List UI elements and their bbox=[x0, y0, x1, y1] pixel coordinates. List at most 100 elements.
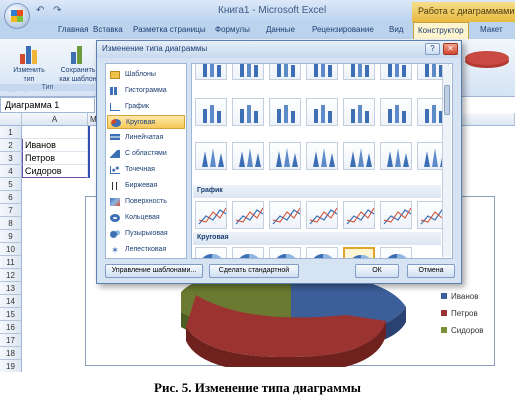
row-header[interactable]: 15 bbox=[0, 308, 22, 321]
type-pie[interactable]: Круговая bbox=[107, 115, 185, 129]
column-subtype-thumbnail[interactable] bbox=[306, 98, 338, 126]
pie-subtype-thumbnail[interactable] bbox=[232, 247, 264, 258]
type-label: Шаблоны bbox=[125, 71, 156, 78]
cell-a2[interactable]: Иванов bbox=[22, 139, 88, 152]
column-subtype-thumbnail[interactable] bbox=[232, 98, 264, 126]
pie-subtype-thumbnail[interactable] bbox=[306, 247, 338, 258]
column-subtype-thumbnail[interactable] bbox=[343, 98, 375, 126]
row-header[interactable]: 11 bbox=[0, 256, 22, 269]
chart-type-list: Шаблоны Гистограмма График Круговая Лине… bbox=[105, 63, 187, 259]
row-header[interactable]: 9 bbox=[0, 230, 22, 243]
cone-subtype-thumbnail[interactable] bbox=[232, 142, 264, 170]
row-header[interactable]: 5 bbox=[0, 178, 22, 191]
close-button[interactable]: ✕ bbox=[443, 43, 458, 55]
column-subtype-thumbnail[interactable] bbox=[195, 98, 227, 126]
row-header[interactable]: 6 bbox=[0, 191, 22, 204]
type-surface[interactable]: Поверхность bbox=[107, 195, 185, 209]
legend-swatch bbox=[441, 327, 447, 333]
row-header[interactable]: 1 bbox=[0, 126, 22, 139]
tab-view[interactable]: Вид bbox=[389, 25, 403, 34]
tab-review[interactable]: Рецензирование bbox=[312, 25, 374, 34]
pie-subtype-thumbnail[interactable] bbox=[269, 247, 301, 258]
select-all-corner[interactable] bbox=[0, 113, 22, 126]
line-subtype-thumbnail[interactable] bbox=[232, 201, 264, 229]
row-header[interactable]: 10 bbox=[0, 243, 22, 256]
column-subtype-thumbnail[interactable] bbox=[232, 64, 264, 80]
row-header[interactable]: 2 bbox=[0, 139, 22, 152]
tab-insert[interactable]: Вставка bbox=[93, 25, 123, 34]
ribbon-group-type-label: Тип bbox=[0, 84, 95, 91]
type-column[interactable]: Гистограмма bbox=[107, 84, 185, 98]
pie-subtype-thumbnail[interactable] bbox=[343, 247, 375, 258]
tab-page-layout[interactable]: Разметка страницы bbox=[133, 25, 206, 34]
line-subtype-thumbnail[interactable] bbox=[343, 201, 375, 229]
area-chart-icon bbox=[110, 150, 120, 158]
column-subtype-thumbnail[interactable] bbox=[269, 98, 301, 126]
type-bar[interactable]: Линейчатая bbox=[107, 131, 185, 145]
manage-templates-button[interactable]: Управление шаблонами... bbox=[105, 264, 203, 278]
type-doughnut[interactable]: Кольцевая bbox=[107, 211, 185, 225]
tab-layout[interactable]: Макет bbox=[480, 25, 503, 34]
cancel-button[interactable]: Отмена bbox=[407, 264, 455, 278]
line-subtype-thumbnail[interactable] bbox=[195, 201, 227, 229]
row-header[interactable]: 19 bbox=[0, 360, 22, 372]
column-chart-icon bbox=[110, 87, 120, 95]
type-label: Лепестковая bbox=[125, 246, 167, 253]
row-header[interactable]: 3 bbox=[0, 152, 22, 165]
column-subtype-thumbnail[interactable] bbox=[343, 64, 375, 80]
type-radar[interactable]: ✶ Лепестковая bbox=[107, 243, 185, 257]
row-header[interactable]: 14 bbox=[0, 295, 22, 308]
line-subtype-thumbnail[interactable] bbox=[306, 201, 338, 229]
cone-subtype-thumbnail[interactable] bbox=[195, 142, 227, 170]
cone-subtype-thumbnail[interactable] bbox=[380, 142, 412, 170]
row-header[interactable]: 8 bbox=[0, 217, 22, 230]
tab-home[interactable]: Главная bbox=[58, 25, 88, 34]
row-header[interactable]: 13 bbox=[0, 282, 22, 295]
line-subtype-thumbnail[interactable] bbox=[269, 201, 301, 229]
chart-tools-context-title: Работа с диаграммами bbox=[412, 2, 515, 22]
quick-access-toolbar[interactable]: ↶ ↷ bbox=[36, 5, 65, 16]
set-as-default-button[interactable]: Сделать стандартной bbox=[209, 264, 299, 278]
type-templates[interactable]: Шаблоны bbox=[107, 68, 185, 82]
tab-formulas[interactable]: Формулы bbox=[215, 25, 250, 34]
column-subtype-thumbnail[interactable] bbox=[380, 98, 412, 126]
chart-style-preview[interactable] bbox=[462, 45, 512, 71]
tab-data[interactable]: Данные bbox=[266, 25, 295, 34]
column-subtype-thumbnail[interactable] bbox=[380, 64, 412, 80]
help-button[interactable]: ? bbox=[425, 43, 440, 55]
column-subtype-thumbnail[interactable] bbox=[306, 64, 338, 80]
cell-a3[interactable]: Петров bbox=[22, 152, 88, 165]
tab-design[interactable]: Конструктор bbox=[413, 22, 469, 39]
type-bubble[interactable]: Пузырьковая bbox=[107, 227, 185, 241]
ok-button[interactable]: ОК bbox=[355, 264, 399, 278]
pie-subtype-thumbnail[interactable] bbox=[380, 247, 412, 258]
gallery-scrollbar[interactable] bbox=[442, 65, 451, 257]
type-area[interactable]: С областями bbox=[107, 147, 185, 161]
cell-a1[interactable] bbox=[22, 126, 88, 139]
row-header[interactable]: 17 bbox=[0, 334, 22, 347]
row-header[interactable]: 4 bbox=[0, 165, 22, 178]
type-scatter[interactable]: Точечная bbox=[107, 163, 185, 177]
save-template-label-2: как шаблон bbox=[59, 76, 97, 83]
type-label: Линейчатая bbox=[125, 134, 164, 141]
row-header[interactable]: 16 bbox=[0, 321, 22, 334]
type-stock[interactable]: Биржевая bbox=[107, 179, 185, 193]
name-box[interactable]: Диаграмма 1 bbox=[0, 97, 95, 113]
column-subtype-thumbnail[interactable] bbox=[269, 64, 301, 80]
line-subtype-thumbnail[interactable] bbox=[380, 201, 412, 229]
pie-subtype-thumbnail[interactable] bbox=[195, 247, 227, 258]
column-subtype-thumbnail[interactable] bbox=[195, 64, 227, 80]
type-line[interactable]: График bbox=[107, 100, 185, 114]
row-header[interactable]: 7 bbox=[0, 204, 22, 217]
row-header[interactable]: 18 bbox=[0, 347, 22, 360]
save-as-template-button[interactable]: Сохранить как шаблон bbox=[58, 42, 98, 84]
cell-a4[interactable]: Сидоров bbox=[22, 165, 88, 178]
cone-subtype-thumbnail[interactable] bbox=[269, 142, 301, 170]
scroll-thumb[interactable] bbox=[444, 85, 450, 115]
ribbon-tabs: Главная Вставка Разметка страницы Формул… bbox=[0, 22, 515, 39]
cone-subtype-thumbnail[interactable] bbox=[306, 142, 338, 170]
column-header-a[interactable]: A bbox=[22, 113, 88, 126]
cone-subtype-thumbnail[interactable] bbox=[343, 142, 375, 170]
row-header[interactable]: 12 bbox=[0, 269, 22, 282]
office-button[interactable] bbox=[4, 3, 30, 29]
